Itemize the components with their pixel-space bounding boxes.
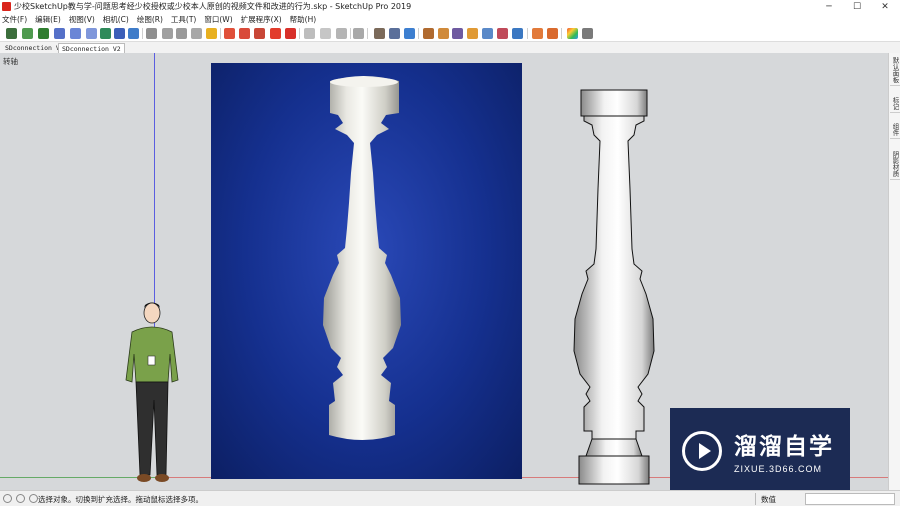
line-tool-icon[interactable] [38, 28, 49, 39]
tab-sdconnection-v1[interactable]: SDconnection V1 [2, 43, 67, 53]
close-button[interactable]: ✕ [871, 0, 899, 13]
menu-extensions[interactable]: 扩展程序(X) [241, 14, 282, 25]
measurements-input[interactable] [805, 493, 895, 505]
push-pull-icon[interactable] [100, 28, 111, 39]
status-bar: 选择对象。切换到扩充选择。拖动鼠标选择多项。 数值 [0, 490, 900, 506]
menu-edit[interactable]: 编辑(E) [35, 14, 61, 25]
tray-item-shadows-materials[interactable]: 阴影材质 [890, 149, 900, 180]
menu-view[interactable]: 视图(V) [69, 14, 95, 25]
text-tool-icon[interactable] [497, 28, 508, 39]
status-hint: 选择对象。切换到扩充选择。拖动鼠标选择多项。 [38, 495, 203, 504]
toolbar [0, 25, 900, 42]
tray-item-components[interactable]: 组件 [890, 121, 900, 139]
zoom-extents-icon[interactable] [191, 28, 202, 39]
user-status-icon[interactable] [29, 494, 38, 503]
component-tool-icon[interactable] [22, 28, 33, 39]
section-cut-icon[interactable] [336, 28, 347, 39]
menu-bar: 文件(F) 编辑(E) 视图(V) 相机(C) 绘图(R) 工具(T) 窗口(W… [0, 13, 900, 25]
paint-bucket-icon[interactable] [423, 28, 434, 39]
tape-measure-icon[interactable] [374, 28, 385, 39]
menu-camera[interactable]: 相机(C) [103, 14, 129, 25]
circle-tool-icon[interactable] [70, 28, 81, 39]
scale-icon[interactable] [482, 28, 493, 39]
maximize-button[interactable]: ☐ [843, 0, 871, 13]
toolbar-divider [350, 28, 351, 39]
measurements-label: 数值 [755, 493, 803, 505]
tray-item-default[interactable]: 默认面板 [890, 55, 900, 86]
protractor-icon[interactable] [404, 28, 415, 39]
scene-tabs: SDconnection V1 SDconnection V2 [0, 42, 900, 53]
eraser-icon[interactable] [438, 28, 449, 39]
toolbar-divider [367, 28, 368, 39]
minimize-button[interactable]: ─ [815, 0, 843, 13]
menu-window[interactable]: 窗口(W) [204, 14, 232, 25]
watermark-badge: 溜溜自学 ZIXUE.3D66.COM [670, 408, 850, 490]
menu-draw[interactable]: 绘图(R) [137, 14, 163, 25]
watermark-url: ZIXUE.3D66.COM [734, 464, 823, 474]
share-model-icon[interactable] [285, 28, 296, 39]
move-tool-icon[interactable] [114, 28, 125, 39]
rectangle-tool-icon[interactable] [54, 28, 65, 39]
window-title: 少校SketchUp教与学-问题思考经少校授权或少校本人原创的视频文件和改进的行… [14, 2, 412, 11]
toolbar-divider [527, 28, 528, 39]
follow-me-icon[interactable] [452, 28, 463, 39]
baluster-3d-model[interactable] [572, 89, 658, 489]
styles-icon[interactable] [567, 28, 578, 39]
look-around-icon[interactable] [547, 28, 558, 39]
extension-warehouse-icon[interactable] [254, 28, 265, 39]
toolbar-divider [220, 28, 221, 39]
layout-icon[interactable] [270, 28, 281, 39]
orbit-icon[interactable] [146, 28, 157, 39]
scale-figure[interactable] [124, 300, 186, 485]
zoom-icon[interactable] [176, 28, 187, 39]
sketchup-window: 少校SketchUp教与学-问题思考经少校授权或少校本人原创的视频文件和改进的行… [0, 0, 900, 506]
toolbar-divider [561, 28, 562, 39]
settings-icon[interactable] [224, 28, 235, 39]
tab-sdconnection-v2[interactable]: SDconnection V2 [58, 43, 125, 53]
pan-icon[interactable] [162, 28, 173, 39]
tray-item-tags[interactable]: 标记 [890, 95, 900, 113]
toolbar-divider [299, 28, 300, 39]
model-viewport[interactable]: 转轴 溜溜自学 ZIXUE.3D66.COM [0, 53, 888, 490]
warehouse-icon[interactable] [239, 28, 250, 39]
toolbar-divider [142, 28, 143, 39]
sketchup-logo-icon [2, 2, 11, 11]
menu-file[interactable]: 文件(F) [2, 14, 27, 25]
menu-help[interactable]: 帮助(H) [290, 14, 317, 25]
info-status-icon[interactable] [16, 494, 25, 503]
offset-icon[interactable] [467, 28, 478, 39]
geo-location-icon[interactable] [206, 28, 217, 39]
play-logo-icon [682, 430, 722, 471]
reference-photo[interactable] [211, 63, 522, 479]
watermark-title: 溜溜自学 [734, 434, 834, 460]
baluster-photo-image [323, 76, 401, 440]
select-tool-icon[interactable] [6, 28, 17, 39]
menu-tools[interactable]: 工具(T) [171, 14, 196, 25]
undo-icon[interactable] [353, 28, 364, 39]
section-plane-icon[interactable] [304, 28, 315, 39]
rotate-tool-icon[interactable] [128, 28, 139, 39]
section-display-icon[interactable] [320, 28, 331, 39]
dimension-icon[interactable] [389, 28, 400, 39]
sandbox-icon[interactable] [582, 28, 593, 39]
default-tray: 默认面板 标记 组件 阴影材质 [888, 53, 900, 490]
walk-icon[interactable] [532, 28, 543, 39]
axes-tool-icon[interactable] [512, 28, 523, 39]
arc-tool-icon[interactable] [86, 28, 97, 39]
toolbar-divider [418, 28, 419, 39]
title-bar: 少校SketchUp教与学-问题思考经少校授权或少校本人原创的视频文件和改进的行… [0, 0, 900, 13]
geo-status-icon[interactable] [3, 494, 12, 503]
scene-label: 转轴 [3, 57, 18, 66]
